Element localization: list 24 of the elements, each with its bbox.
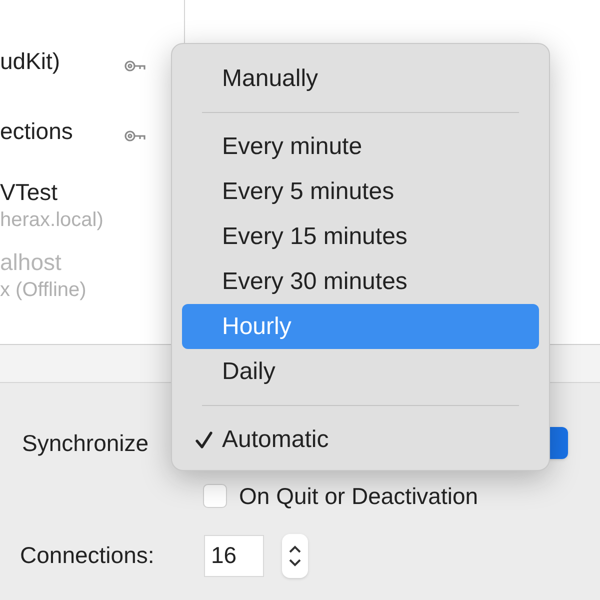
menu-item[interactable]: Automatic — [182, 417, 539, 462]
menu-item[interactable]: Every 5 minutes — [182, 169, 539, 214]
stepper[interactable] — [282, 534, 308, 578]
connection-name: ections — [0, 117, 74, 145]
menu-item[interactable]: Every 30 minutes — [182, 259, 539, 304]
chevron-down-icon — [288, 558, 302, 566]
checkmark-icon — [195, 430, 213, 450]
connection-host: x (Offline) — [0, 278, 88, 303]
connection-name: VTest — [0, 178, 59, 206]
menu-item[interactable]: Manually — [182, 56, 539, 101]
key-icon — [124, 130, 146, 142]
menu-item[interactable]: Every minute — [182, 124, 539, 169]
connections-label: Connections: — [20, 541, 156, 570]
connection-name: alhost — [0, 248, 62, 276]
connection-host: herax.local) — [0, 208, 104, 233]
connections-field[interactable]: 16 — [204, 534, 264, 576]
key-icon — [124, 60, 146, 72]
menu-item[interactable]: Every 15 minutes — [182, 214, 539, 259]
checkbox-label: On Quit or Deactivation — [239, 482, 478, 511]
connection-name: udKit) — [0, 47, 62, 75]
menu-item[interactable]: Daily — [182, 349, 539, 394]
checkbox[interactable] — [203, 484, 227, 508]
synchronize-label: Synchronize — [21, 428, 150, 458]
chevron-up-icon — [288, 544, 302, 554]
